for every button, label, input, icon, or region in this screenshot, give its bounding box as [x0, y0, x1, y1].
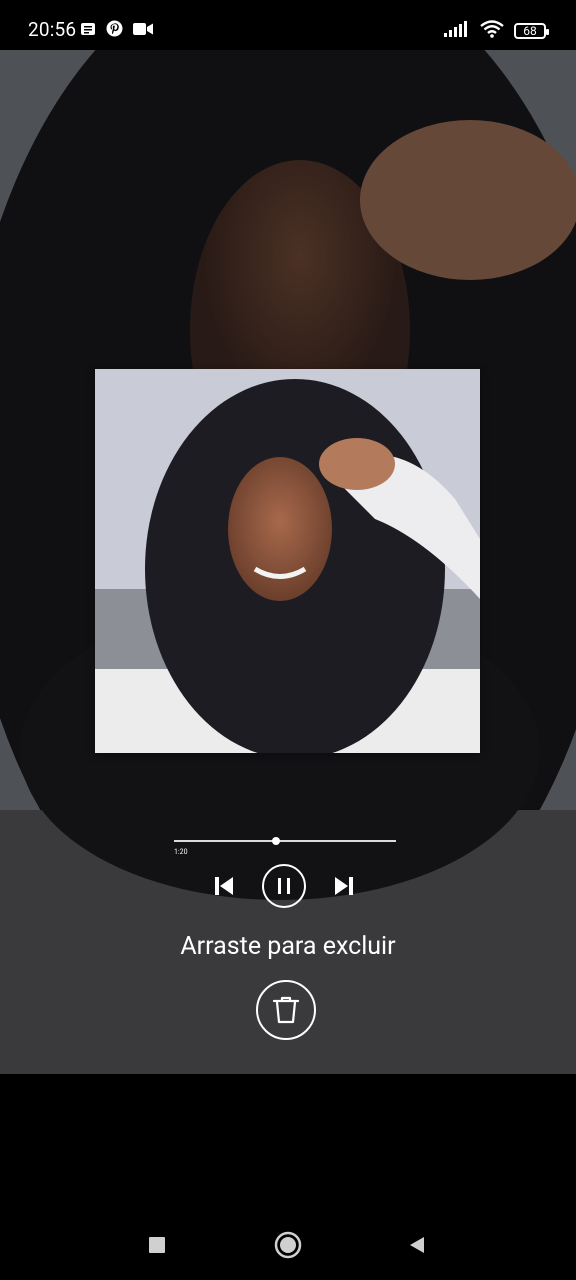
video-camera-icon: [133, 21, 153, 40]
square-icon: [149, 1237, 165, 1253]
pause-button[interactable]: [262, 864, 306, 908]
back-button[interactable]: [402, 1230, 432, 1260]
notes-icon: [80, 21, 96, 41]
status-time: 20:56: [28, 18, 77, 41]
album-art: [95, 369, 480, 753]
trash-icon: [272, 996, 300, 1024]
battery-icon: 68: [514, 23, 549, 39]
progress-thumb[interactable]: [272, 837, 281, 845]
previous-button[interactable]: [212, 874, 236, 898]
next-icon: [335, 877, 353, 895]
status-right-icons: 68: [444, 20, 549, 42]
previous-icon: [215, 877, 233, 895]
circle-icon: [274, 1231, 302, 1259]
elapsed-time: 1:20: [174, 848, 188, 856]
screen: 20:56 68 1:20 Arraste para excluir: [0, 0, 576, 1280]
delete-button[interactable]: [256, 980, 316, 1040]
back-triangle-icon: [410, 1237, 424, 1253]
progress-bar[interactable]: [174, 837, 396, 845]
pause-icon: [278, 878, 290, 894]
delete-hint: Arraste para excluir: [180, 932, 396, 961]
wifi-icon: [480, 20, 504, 42]
status-bar: 20:56 68: [0, 0, 576, 50]
status-left-icons: [80, 20, 153, 41]
pinterest-icon: [106, 20, 123, 41]
next-button[interactable]: [332, 874, 356, 898]
navigation-bar: [0, 1200, 576, 1280]
recents-button[interactable]: [142, 1230, 172, 1260]
player-controls: [210, 864, 360, 908]
signal-icon: [444, 21, 470, 41]
home-button[interactable]: [273, 1230, 303, 1260]
